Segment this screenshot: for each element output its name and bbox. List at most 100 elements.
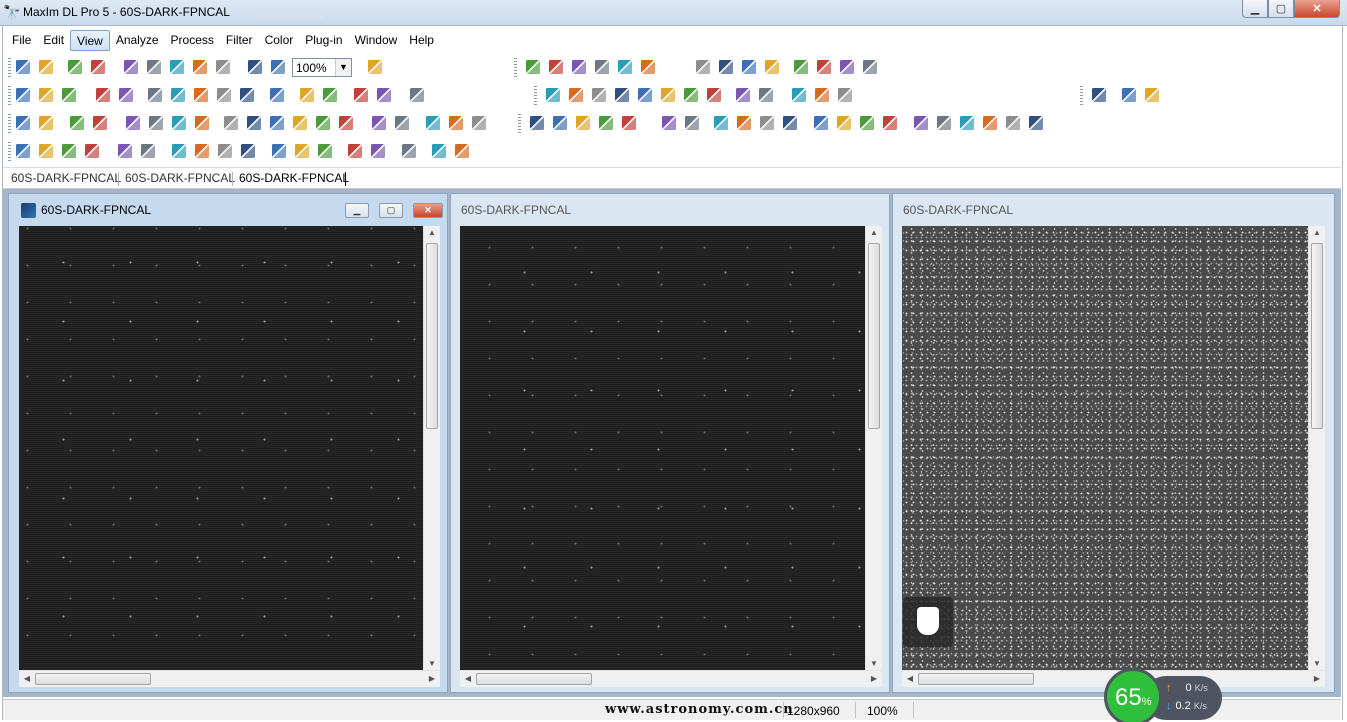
toolbar-button-icon[interactable] xyxy=(839,59,855,75)
toolbar-button-icon[interactable] xyxy=(660,87,676,103)
window-minimize-button[interactable]: ▁ xyxy=(345,203,369,218)
toolbar-button-icon[interactable] xyxy=(317,143,333,159)
toolbar-button-icon[interactable] xyxy=(640,59,656,75)
toolbar-grip[interactable] xyxy=(518,114,521,133)
toolbar-button-icon[interactable] xyxy=(594,59,610,75)
toolbar-button-icon[interactable] xyxy=(299,87,315,103)
scroll-up-arrow[interactable]: ▲ xyxy=(866,228,882,237)
toolbar-button-icon[interactable] xyxy=(38,115,54,131)
toolbar-button-icon[interactable] xyxy=(61,143,77,159)
toolbar-button-icon[interactable] xyxy=(170,87,186,103)
toolbar-button-icon[interactable] xyxy=(376,87,392,103)
scroll-down-arrow[interactable]: ▼ xyxy=(866,659,882,668)
horizontal-scrollbar[interactable]: ◀ ▶ xyxy=(460,670,882,687)
toolbar-button-icon[interactable] xyxy=(118,87,134,103)
toolbar-button-icon[interactable] xyxy=(814,87,830,103)
toolbar-button-icon[interactable] xyxy=(239,87,255,103)
toolbar-button-icon[interactable] xyxy=(575,115,591,131)
scroll-down-arrow[interactable]: ▼ xyxy=(1309,659,1325,668)
toolbar-button-icon[interactable] xyxy=(525,59,541,75)
menu-file[interactable]: File xyxy=(6,30,37,51)
image-canvas[interactable] xyxy=(902,226,1308,670)
menu-filter[interactable]: Filter xyxy=(220,30,259,51)
network-speed-widget[interactable]: 65% ↑ 0 K/s ↓ 0.2 K/s xyxy=(1104,668,1222,722)
tab-image-1[interactable]: 60S-DARK-FPNCAL xyxy=(11,171,121,185)
toolbar-button-icon[interactable] xyxy=(171,115,187,131)
toolbar-button-icon[interactable] xyxy=(859,115,875,131)
image-window-3[interactable]: 60S-DARK-FPNCAL ▲ ▼ ◀ ▶ xyxy=(892,193,1335,693)
image-canvas[interactable] xyxy=(460,226,865,670)
window-close-button[interactable]: ✕ xyxy=(413,203,443,218)
toolbar-button-icon[interactable] xyxy=(862,59,878,75)
app-icon[interactable]: 🔭 xyxy=(3,4,20,20)
toolbar-button-icon[interactable] xyxy=(292,115,308,131)
toolbar-button-icon[interactable] xyxy=(571,59,587,75)
scroll-right-arrow[interactable]: ▶ xyxy=(424,674,440,683)
toolbar-button-icon[interactable] xyxy=(637,87,653,103)
menu-plug-in[interactable]: Plug-in xyxy=(299,30,348,51)
toolbar-grip[interactable] xyxy=(8,142,11,161)
scroll-up-arrow[interactable]: ▲ xyxy=(424,228,440,237)
toolbar-button-icon[interactable] xyxy=(294,143,310,159)
vertical-scrollbar[interactable]: ▲ ▼ xyxy=(423,226,440,670)
toolbar-button-icon[interactable] xyxy=(193,87,209,103)
zoom-select[interactable]: 100% ▼ xyxy=(292,58,352,77)
scroll-left-arrow[interactable]: ◀ xyxy=(460,674,476,683)
toolbar-button-icon[interactable] xyxy=(1144,87,1160,103)
toolbar-button-icon[interactable] xyxy=(598,115,614,131)
toolbar-button-icon[interactable] xyxy=(431,143,447,159)
minimize-button[interactable]: ▁ xyxy=(1242,0,1268,18)
toolbar-button-icon[interactable] xyxy=(1121,87,1137,103)
image-window-2[interactable]: 60S-DARK-FPNCAL ▲ ▼ ◀ ▶ xyxy=(450,193,890,693)
toolbar-button-icon[interactable] xyxy=(90,59,106,75)
toolbar-button-icon[interactable] xyxy=(683,87,699,103)
toolbar-button-icon[interactable] xyxy=(240,143,256,159)
toolbar-button-icon[interactable] xyxy=(367,59,383,75)
toolbar-button-icon[interactable] xyxy=(215,59,231,75)
toolbar-button-icon[interactable] xyxy=(617,59,633,75)
toolbar-button-icon[interactable] xyxy=(271,143,287,159)
toolbar-button-icon[interactable] xyxy=(15,115,31,131)
toolbar-button-icon[interactable] xyxy=(936,115,952,131)
toolbar-button-icon[interactable] xyxy=(816,59,832,75)
toolbar-button-icon[interactable] xyxy=(548,59,564,75)
toolbar-button-icon[interactable] xyxy=(84,143,100,159)
toolbar-button-icon[interactable] xyxy=(246,115,262,131)
menu-view[interactable]: View xyxy=(70,30,110,51)
scrollbar-thumb[interactable] xyxy=(426,243,438,429)
menu-edit[interactable]: Edit xyxy=(37,30,70,51)
toolbar-button-icon[interactable] xyxy=(791,87,807,103)
toolbar-button-icon[interactable] xyxy=(371,115,387,131)
window-restore-button[interactable]: ▢ xyxy=(379,203,403,218)
toolbar-button-icon[interactable] xyxy=(614,87,630,103)
toolbar-button-icon[interactable] xyxy=(782,115,798,131)
toolbar-button-icon[interactable] xyxy=(529,115,545,131)
close-button[interactable]: ✕ xyxy=(1294,0,1340,18)
toolbar-button-icon[interactable] xyxy=(169,59,185,75)
toolbar-button-icon[interactable] xyxy=(38,59,54,75)
scrollbar-thumb[interactable] xyxy=(1311,243,1323,429)
toolbar-button-icon[interactable] xyxy=(401,143,417,159)
toolbar-button-icon[interactable] xyxy=(813,115,829,131)
maximize-button[interactable]: ▢ xyxy=(1268,0,1294,18)
toolbar-button-icon[interactable] xyxy=(270,59,286,75)
scroll-right-arrow[interactable]: ▶ xyxy=(866,674,882,683)
scroll-left-arrow[interactable]: ◀ xyxy=(902,674,918,683)
toolbar-button-icon[interactable] xyxy=(171,143,187,159)
toolbar-button-icon[interactable] xyxy=(471,115,487,131)
toolbar-button-icon[interactable] xyxy=(591,87,607,103)
toolbar-button-icon[interactable] xyxy=(758,87,774,103)
toolbar-button-icon[interactable] xyxy=(192,59,208,75)
toolbar-button-icon[interactable] xyxy=(223,115,239,131)
image-canvas[interactable] xyxy=(19,226,423,670)
usb-drive-icon[interactable] xyxy=(903,597,953,647)
toolbar-button-icon[interactable] xyxy=(735,87,751,103)
toolbar-button-icon[interactable] xyxy=(836,115,852,131)
toolbar-button-icon[interactable] xyxy=(684,115,700,131)
toolbar-button-icon[interactable] xyxy=(959,115,975,131)
toolbar-button-icon[interactable] xyxy=(837,87,853,103)
toolbar-button-icon[interactable] xyxy=(194,115,210,131)
toolbar-grip[interactable] xyxy=(534,86,537,105)
toolbar-button-icon[interactable] xyxy=(718,59,734,75)
toolbar-button-icon[interactable] xyxy=(394,115,410,131)
